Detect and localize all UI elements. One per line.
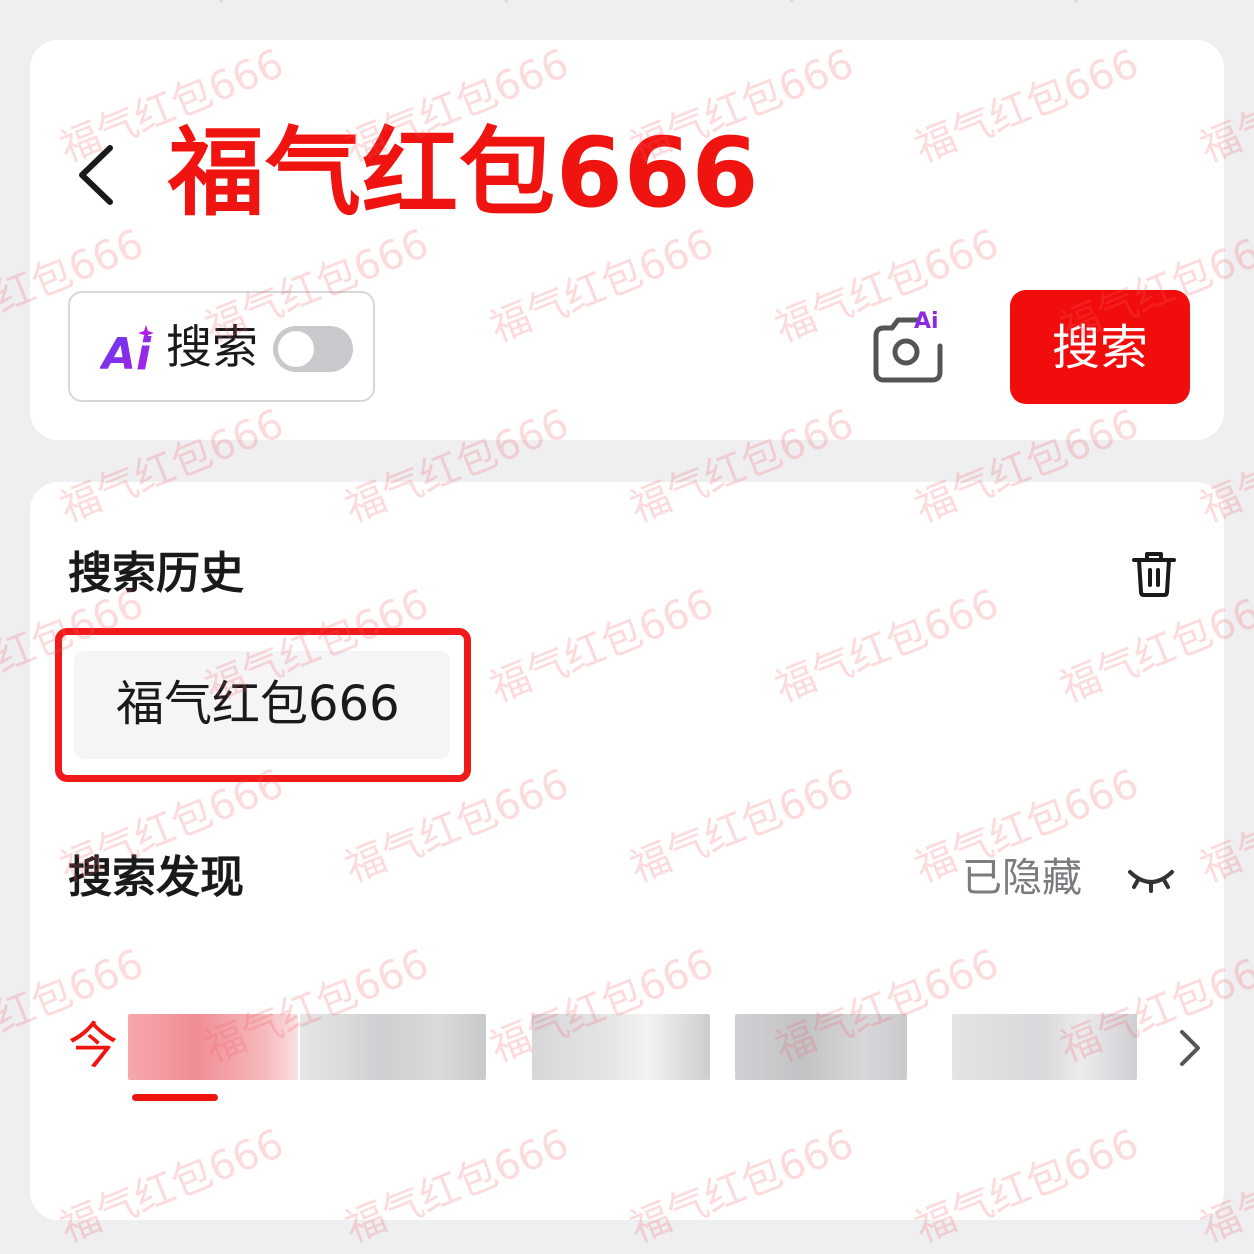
eye-closed-icon[interactable] bbox=[1126, 860, 1176, 900]
ai-camera-icon[interactable]: Ai bbox=[868, 306, 948, 386]
hidden-status-label[interactable]: 已隐藏 bbox=[962, 852, 1082, 904]
watermark-text: 福气红包666 bbox=[195, 0, 436, 14]
ai-sparkle-icon: Ai bbox=[99, 323, 156, 380]
tab-today[interactable]: 今 bbox=[68, 1015, 118, 1077]
ai-search-label: 搜索 bbox=[166, 320, 258, 374]
history-chip-label: 福气红包666 bbox=[116, 676, 400, 732]
trash-icon[interactable] bbox=[1130, 550, 1178, 598]
history-chip-highlight: 福气红包666 bbox=[55, 628, 471, 782]
chevron-right-icon[interactable] bbox=[1172, 1026, 1208, 1070]
camera-ai-badge: Ai bbox=[914, 309, 939, 334]
watermark-text: 福气红包666 bbox=[0, 0, 151, 14]
watermark-text: 福气红包666 bbox=[480, 0, 721, 14]
blurred-tab-1[interactable] bbox=[128, 1014, 298, 1080]
search-discover-title: 搜索发现 bbox=[68, 852, 244, 903]
blurred-tab-2[interactable] bbox=[300, 1014, 486, 1080]
watermark-text: 福气红包666 bbox=[765, 0, 1006, 14]
ai-search-toggle[interactable]: Ai 搜索 bbox=[68, 291, 375, 402]
back-icon[interactable] bbox=[70, 140, 130, 210]
ai-search-switch[interactable] bbox=[273, 326, 353, 372]
history-chip[interactable]: 福气红包666 bbox=[74, 651, 450, 759]
blurred-tab-4[interactable] bbox=[735, 1014, 907, 1080]
blurred-tab-3[interactable] bbox=[532, 1014, 710, 1080]
watermark-text: 福气红包666 bbox=[1050, 0, 1254, 14]
search-button[interactable]: 搜索 bbox=[1010, 290, 1190, 404]
blurred-tab-5[interactable] bbox=[952, 1014, 1137, 1080]
switch-knob bbox=[278, 331, 314, 367]
search-query-text[interactable]: 福气红包666 bbox=[168, 118, 759, 228]
tab-active-indicator bbox=[132, 1094, 218, 1101]
search-history-title: 搜索历史 bbox=[68, 548, 244, 599]
